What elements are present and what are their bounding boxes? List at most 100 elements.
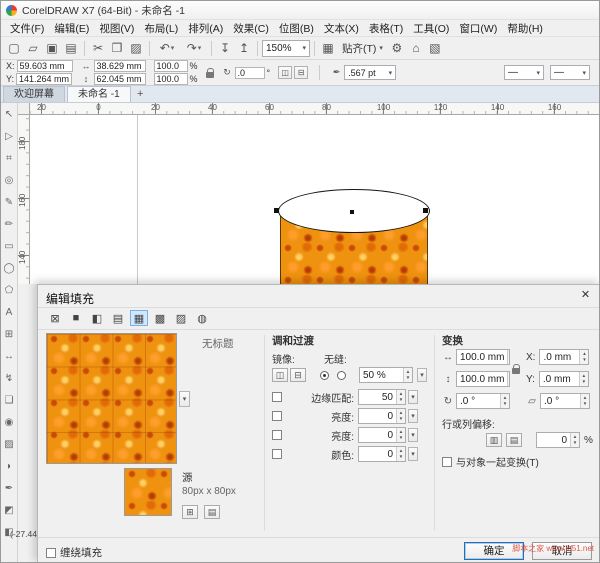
open-button[interactable]: ▱ xyxy=(24,39,42,57)
menu-help[interactable]: 帮助(H) xyxy=(502,20,548,37)
text-tool[interactable]: A xyxy=(2,305,17,320)
spinner-arrows-icon[interactable] xyxy=(507,372,510,386)
contour-tool[interactable]: ◉ xyxy=(2,415,17,430)
cut-button[interactable]: ✂ xyxy=(89,39,107,57)
scale-y-input[interactable]: 100.0 xyxy=(154,73,188,85)
scale-lock-toggle[interactable] xyxy=(206,72,214,78)
blend-checkbox[interactable] xyxy=(272,411,282,421)
wrap-fill-checkbox[interactable] xyxy=(46,548,56,558)
application-launcher-button[interactable]: ▦ xyxy=(319,39,337,57)
spinner-arrows-icon[interactable] xyxy=(579,350,588,364)
blend-value-input[interactable]: 50 xyxy=(358,389,406,405)
blend-slider-arrow[interactable] xyxy=(408,409,418,423)
selection-center-marker[interactable] xyxy=(350,210,354,214)
connector-tool[interactable]: ↯ xyxy=(2,371,17,386)
y-position-input[interactable]: 141.264 mm xyxy=(16,73,72,85)
vertical-ruler[interactable]: 180160140 xyxy=(18,115,30,284)
horizontal-ruler[interactable]: 20020406080100120140160 xyxy=(30,103,599,115)
blend-value-input[interactable]: 0 xyxy=(358,427,406,443)
cancel-button[interactable]: 取消 xyxy=(532,542,592,560)
x-offset-input[interactable]: .0 mm xyxy=(539,349,589,365)
menu-view[interactable]: 视图(V) xyxy=(94,20,139,37)
mirror-vertical-button[interactable]: ⊟ xyxy=(294,66,308,79)
spinner-arrows-icon[interactable] xyxy=(396,390,405,404)
transform-with-object-checkbox[interactable] xyxy=(442,457,452,467)
close-icon[interactable] xyxy=(578,288,593,303)
new-from-file-button[interactable]: ▤ xyxy=(204,505,220,519)
texture-fill-icon[interactable]: ▨ xyxy=(172,310,190,326)
shape-tool[interactable]: ▷ xyxy=(2,129,17,144)
blend-slider-arrow[interactable] xyxy=(408,428,418,442)
two-color-pattern-fill-icon[interactable]: ▩ xyxy=(151,310,169,326)
blend-value-input[interactable]: 0 xyxy=(358,446,406,462)
spinner-arrows-icon[interactable] xyxy=(579,372,588,386)
seamless-slider-arrow[interactable] xyxy=(417,368,427,382)
source-thumbnail[interactable] xyxy=(124,468,172,516)
blend-checkbox[interactable] xyxy=(272,392,282,402)
column-offset-button[interactable]: ▤ xyxy=(506,433,522,447)
menu-layout[interactable]: 布局(L) xyxy=(139,20,183,37)
menu-table[interactable]: 表格(T) xyxy=(364,20,408,37)
selection-handle-left[interactable] xyxy=(274,208,279,213)
dimension-tool[interactable]: ↔ xyxy=(2,349,17,364)
size-lock-toggle[interactable] xyxy=(512,368,520,374)
blend-slider-arrow[interactable] xyxy=(408,447,418,461)
vector-pattern-fill-icon[interactable]: ▤ xyxy=(109,310,127,326)
print-button[interactable]: ▤ xyxy=(62,39,80,57)
spinner-arrows-icon[interactable] xyxy=(570,433,579,447)
tab-welcome-screen[interactable]: 欢迎屏幕 xyxy=(3,86,65,102)
new-document-button[interactable]: ▢ xyxy=(5,39,23,57)
pick-tool[interactable]: ↖ xyxy=(2,107,17,122)
cylinder-top-ellipse[interactable] xyxy=(278,189,430,233)
polygon-tool[interactable]: ⬠ xyxy=(2,283,17,298)
menu-edit[interactable]: 编辑(E) xyxy=(49,20,94,37)
tab-document[interactable]: 未命名 -1 xyxy=(67,86,131,102)
menu-file[interactable]: 文件(F) xyxy=(5,20,49,37)
y-offset-input[interactable]: .0 mm xyxy=(539,371,589,387)
seamless-percent-input[interactable]: 50 % xyxy=(359,367,413,383)
fountain-fill-icon[interactable]: ◧ xyxy=(88,310,106,326)
menu-effects[interactable]: 效果(C) xyxy=(228,20,274,37)
blend-checkbox[interactable] xyxy=(272,449,282,459)
ruler-origin[interactable] xyxy=(18,103,30,115)
rectangle-tool[interactable]: ▭ xyxy=(2,239,17,254)
table-tool[interactable]: ⊞ xyxy=(2,327,17,342)
tile-offset-input[interactable]: 0 xyxy=(536,432,580,448)
spinner-arrows-icon[interactable] xyxy=(403,368,412,382)
selection-handle-right[interactable] xyxy=(423,208,428,213)
zoom-tool[interactable]: ◎ xyxy=(2,173,17,188)
uniform-fill-icon[interactable]: ■ xyxy=(67,310,85,326)
export-button[interactable]: ↥ xyxy=(235,39,253,57)
spinner-arrows-icon[interactable] xyxy=(396,409,405,423)
ellipse-tool[interactable]: ◯ xyxy=(2,261,17,276)
import-button[interactable]: ↧ xyxy=(216,39,234,57)
blend-checkbox[interactable] xyxy=(272,430,282,440)
welcome-screen-button[interactable]: ⌂ xyxy=(407,39,425,57)
artistic-media-tool[interactable]: ✏ xyxy=(2,217,17,232)
mirror-vertical-tile-button[interactable]: ⊟ xyxy=(290,368,306,382)
crop-tool[interactable]: ⌗ xyxy=(2,151,17,166)
pattern-preview[interactable] xyxy=(46,333,177,464)
blend-value-input[interactable]: 0 xyxy=(358,408,406,424)
transparency-tool[interactable]: ▨ xyxy=(2,437,17,452)
save-button[interactable]: ▣ xyxy=(43,39,61,57)
paste-button[interactable]: ▨ xyxy=(127,39,145,57)
copy-button[interactable]: ❐ xyxy=(108,39,126,57)
seamless-off-radio[interactable] xyxy=(337,371,346,380)
line-style-combo-1[interactable]: — xyxy=(504,65,544,80)
window-layout-button[interactable]: ▧ xyxy=(426,39,444,57)
tile-height-input[interactable]: 100.0 mm xyxy=(456,371,510,387)
bitmap-pattern-fill-icon[interactable]: ▦ xyxy=(130,310,148,326)
spinner-arrows-icon[interactable] xyxy=(507,350,510,364)
spinner-arrows-icon[interactable] xyxy=(500,394,509,408)
row-offset-button[interactable]: ▥ xyxy=(486,433,502,447)
x-position-input[interactable]: 59.603 mm xyxy=(17,60,73,72)
menu-tools[interactable]: 工具(O) xyxy=(408,20,454,37)
fill-tool[interactable]: ◩ xyxy=(2,503,17,518)
scale-x-input[interactable]: 100.0 xyxy=(154,60,188,72)
spinner-arrows-icon[interactable] xyxy=(396,428,405,442)
seamless-on-radio[interactable] xyxy=(320,371,329,380)
object-width-input[interactable]: 38.629 mm xyxy=(94,60,146,72)
drawing-canvas[interactable] xyxy=(30,115,599,284)
skew-input[interactable]: .0 ° xyxy=(540,393,590,409)
